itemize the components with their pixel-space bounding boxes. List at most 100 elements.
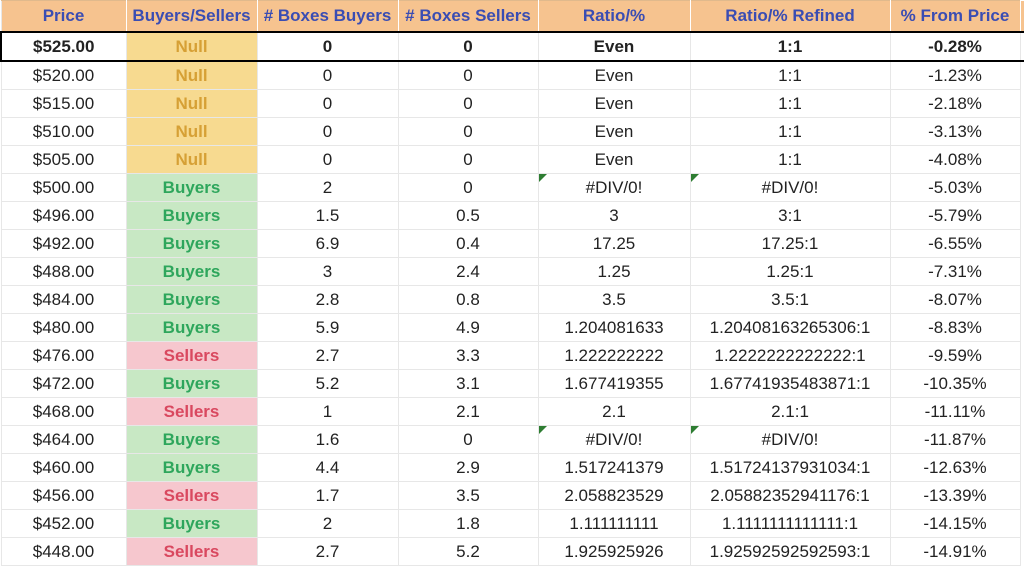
cell-rr[interactable]: 1.51724137931034:1 bbox=[690, 454, 890, 482]
cell-boxes-buyers[interactable]: 0 bbox=[257, 32, 398, 61]
cell-price[interactable]: $500.00 bbox=[1, 174, 126, 202]
table-row[interactable]: $496.00Buyers1.50.533:1-5.79% bbox=[1, 202, 1024, 230]
cell-rr[interactable]: #DIV/0! bbox=[690, 426, 890, 454]
cell-from-price[interactable]: -14.15% bbox=[890, 510, 1020, 538]
cell-rr[interactable]: 1.67741935483871:1 bbox=[690, 370, 890, 398]
cell-from-price[interactable]: -5.03% bbox=[890, 174, 1020, 202]
cell-ratio[interactable]: Even bbox=[538, 32, 690, 61]
cell-boxes-sellers[interactable]: 3.1 bbox=[398, 370, 538, 398]
cell-boxes-buyers[interactable]: 3 bbox=[257, 258, 398, 286]
cell-rr[interactable]: #DIV/0! bbox=[690, 174, 890, 202]
cell-rr[interactable]: 1.2222222222222:1 bbox=[690, 342, 890, 370]
cell-ratio[interactable]: Even bbox=[538, 146, 690, 174]
cell-boxes-sellers[interactable]: 1.8 bbox=[398, 510, 538, 538]
cell-boxes-sellers[interactable]: 0 bbox=[398, 426, 538, 454]
cell-from-price[interactable]: -6.55% bbox=[890, 230, 1020, 258]
cell-buyers-sellers[interactable]: Buyers bbox=[126, 454, 257, 482]
cell-ratio[interactable]: 3.5 bbox=[538, 286, 690, 314]
col-boxes-buyers[interactable]: # Boxes Buyers bbox=[257, 1, 398, 33]
table-row[interactable]: $488.00Buyers32.41.251.25:1-7.31% bbox=[1, 258, 1024, 286]
cell-boxes-buyers[interactable]: 5.9 bbox=[257, 314, 398, 342]
cell-ratio[interactable]: Even bbox=[538, 118, 690, 146]
cell-from-price[interactable]: -8.83% bbox=[890, 314, 1020, 342]
cell-price[interactable]: $496.00 bbox=[1, 202, 126, 230]
cell-from-price[interactable]: -3.13% bbox=[890, 118, 1020, 146]
cell-boxes-buyers[interactable]: 1.7 bbox=[257, 482, 398, 510]
table-row[interactable]: $492.00Buyers6.90.417.2517.25:1-6.55% bbox=[1, 230, 1024, 258]
cell-price[interactable]: $515.00 bbox=[1, 90, 126, 118]
cell-rr[interactable]: 1.92592592592593:1 bbox=[690, 538, 890, 566]
cell-price[interactable]: $460.00 bbox=[1, 454, 126, 482]
cell-buyers-sellers[interactable]: Sellers bbox=[126, 342, 257, 370]
cell-boxes-sellers[interactable]: 5.2 bbox=[398, 538, 538, 566]
cell-buyers-sellers[interactable]: Null bbox=[126, 90, 257, 118]
cell-rr[interactable]: 2.1:1 bbox=[690, 398, 890, 426]
cell-buyers-sellers[interactable]: Null bbox=[126, 146, 257, 174]
cell-ratio[interactable]: 1.925925926 bbox=[538, 538, 690, 566]
cell-from-price[interactable]: -7.31% bbox=[890, 258, 1020, 286]
cell-boxes-sellers[interactable]: 0 bbox=[398, 174, 538, 202]
cell-boxes-buyers[interactable]: 2.8 bbox=[257, 286, 398, 314]
cell-boxes-sellers[interactable]: 2.1 bbox=[398, 398, 538, 426]
cell-ratio[interactable]: 1.25 bbox=[538, 258, 690, 286]
table-row[interactable]: $476.00Sellers2.73.31.2222222221.2222222… bbox=[1, 342, 1024, 370]
cell-price[interactable]: $505.00 bbox=[1, 146, 126, 174]
cell-boxes-buyers[interactable]: 4.4 bbox=[257, 454, 398, 482]
cell-rr[interactable]: 1.20408163265306:1 bbox=[690, 314, 890, 342]
cell-boxes-buyers[interactable]: 6.9 bbox=[257, 230, 398, 258]
cell-buyers-sellers[interactable]: Null bbox=[126, 118, 257, 146]
cell-from-price[interactable]: -9.59% bbox=[890, 342, 1020, 370]
cell-buyers-sellers[interactable]: Sellers bbox=[126, 398, 257, 426]
cell-boxes-sellers[interactable]: 2.9 bbox=[398, 454, 538, 482]
col-buyers-sellers[interactable]: Buyers/Sellers bbox=[126, 1, 257, 33]
cell-from-price[interactable]: -11.87% bbox=[890, 426, 1020, 454]
cell-price[interactable]: $456.00 bbox=[1, 482, 126, 510]
cell-ratio[interactable]: 1.111111111 bbox=[538, 510, 690, 538]
cell-boxes-sellers[interactable]: 4.9 bbox=[398, 314, 538, 342]
cell-price[interactable]: $492.00 bbox=[1, 230, 126, 258]
cell-buyers-sellers[interactable]: Buyers bbox=[126, 510, 257, 538]
cell-buyers-sellers[interactable]: Buyers bbox=[126, 230, 257, 258]
table-row[interactable]: $500.00Buyers20#DIV/0!#DIV/0!-5.03% bbox=[1, 174, 1024, 202]
cell-boxes-buyers[interactable]: 2.7 bbox=[257, 342, 398, 370]
cell-boxes-sellers[interactable]: 3.3 bbox=[398, 342, 538, 370]
cell-price[interactable]: $480.00 bbox=[1, 314, 126, 342]
cell-from-price[interactable]: -11.11% bbox=[890, 398, 1020, 426]
cell-buyers-sellers[interactable]: Buyers bbox=[126, 258, 257, 286]
cell-from-price[interactable]: -12.63% bbox=[890, 454, 1020, 482]
cell-price[interactable]: $452.00 bbox=[1, 510, 126, 538]
cell-price[interactable]: $520.00 bbox=[1, 61, 126, 90]
cell-boxes-sellers[interactable]: 0 bbox=[398, 90, 538, 118]
cell-rr[interactable]: 1.25:1 bbox=[690, 258, 890, 286]
cell-price[interactable]: $468.00 bbox=[1, 398, 126, 426]
cell-price[interactable]: $484.00 bbox=[1, 286, 126, 314]
cell-boxes-buyers[interactable]: 2 bbox=[257, 510, 398, 538]
table-row[interactable]: $456.00Sellers1.73.52.0588235292.0588235… bbox=[1, 482, 1024, 510]
cell-boxes-buyers[interactable]: 0 bbox=[257, 61, 398, 90]
table-row[interactable]: $460.00Buyers4.42.91.5172413791.51724137… bbox=[1, 454, 1024, 482]
cell-price[interactable]: $525.00 bbox=[1, 32, 126, 61]
cell-ratio[interactable]: 17.25 bbox=[538, 230, 690, 258]
cell-boxes-buyers[interactable]: 2.7 bbox=[257, 538, 398, 566]
col-boxes-sellers[interactable]: # Boxes Sellers bbox=[398, 1, 538, 33]
table-row[interactable]: $515.00Null00Even1:1-2.18% bbox=[1, 90, 1024, 118]
table-row[interactable]: $452.00Buyers21.81.1111111111.1111111111… bbox=[1, 510, 1024, 538]
cell-boxes-buyers[interactable]: 0 bbox=[257, 118, 398, 146]
table-row[interactable]: $484.00Buyers2.80.83.53.5:1-8.07% bbox=[1, 286, 1024, 314]
cell-price[interactable]: $488.00 bbox=[1, 258, 126, 286]
cell-ratio[interactable]: Even bbox=[538, 61, 690, 90]
table-row[interactable]: $510.00Null00Even1:1-3.13% bbox=[1, 118, 1024, 146]
cell-buyers-sellers[interactable]: Buyers bbox=[126, 426, 257, 454]
cell-rr[interactable]: 3:1 bbox=[690, 202, 890, 230]
cell-from-price[interactable]: -14.91% bbox=[890, 538, 1020, 566]
cell-ratio[interactable]: Even bbox=[538, 90, 690, 118]
cell-buyers-sellers[interactable]: Sellers bbox=[126, 482, 257, 510]
cell-from-price[interactable]: -0.28% bbox=[890, 32, 1020, 61]
cell-buyers-sellers[interactable]: Buyers bbox=[126, 314, 257, 342]
cell-boxes-sellers[interactable]: 0 bbox=[398, 146, 538, 174]
cell-ratio[interactable]: 3 bbox=[538, 202, 690, 230]
cell-boxes-buyers[interactable]: 5.2 bbox=[257, 370, 398, 398]
cell-boxes-buyers[interactable]: 1.5 bbox=[257, 202, 398, 230]
cell-buyers-sellers[interactable]: Buyers bbox=[126, 286, 257, 314]
cell-from-price[interactable]: -1.23% bbox=[890, 61, 1020, 90]
